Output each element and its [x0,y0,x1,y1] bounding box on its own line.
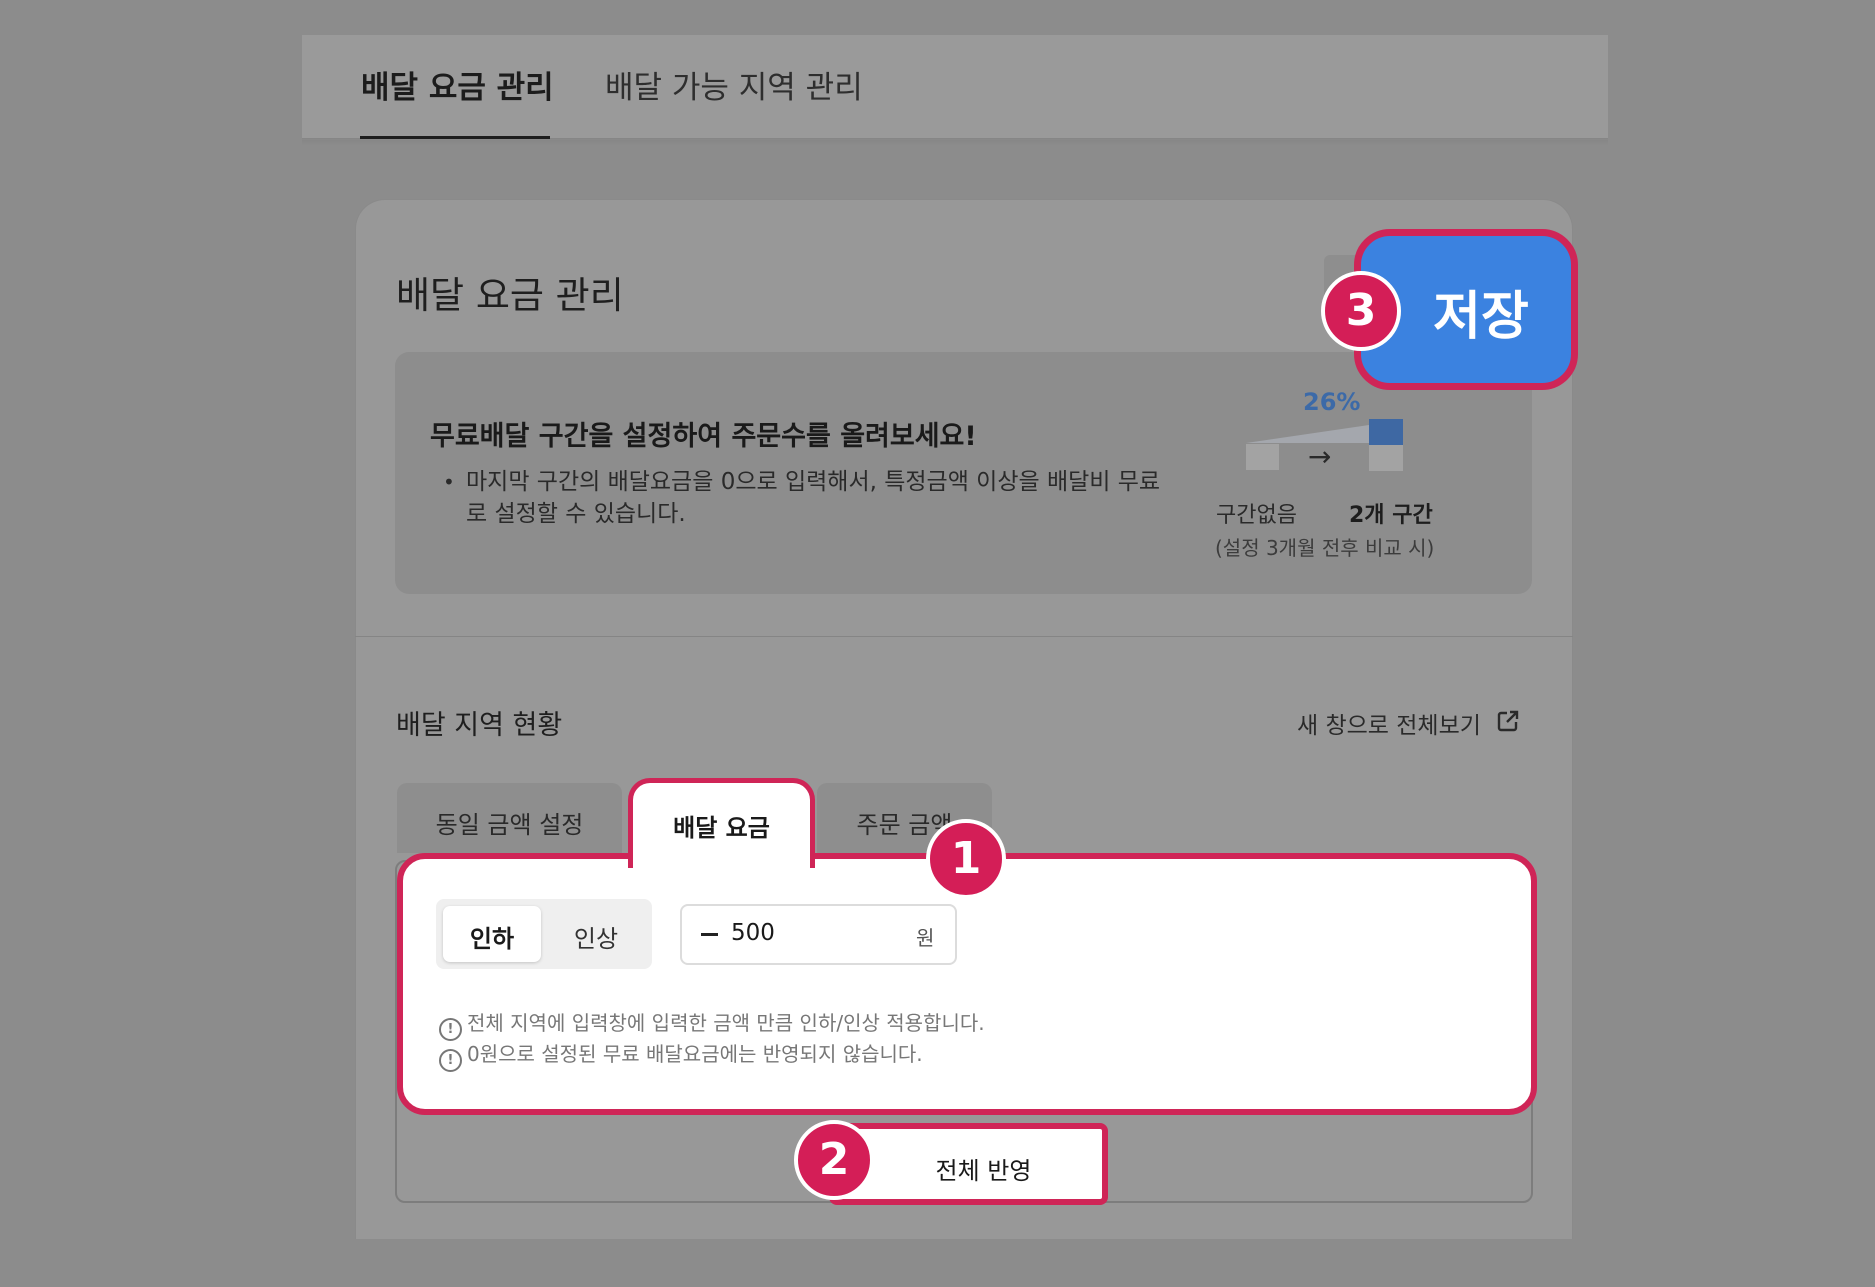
top-tab-bar-shadow [302,138,1608,146]
notice-text-2: 0원으로 설정된 무료 배달요금에는 반영되지 않습니다. [467,1042,923,1066]
info-icon: ! [439,1049,462,1072]
notice-line-2: ! 0원으로 설정된 무료 배달요금에는 반영되지 않습니다. [439,1038,923,1072]
tab-same-amount[interactable]: 동일 금액 설정 [397,783,622,853]
page-title: 배달 요금 관리 [396,274,624,317]
label-no-sections: 구간없음 [1216,503,1297,528]
currency-unit: 원 [916,926,935,950]
comparison-note: (설정 3개월 전후 비교 시) [1215,536,1435,560]
step-badge-2: 2 [794,1120,874,1200]
minus-icon [701,933,718,936]
label-two-sections: 2개 구간 [1349,503,1433,528]
tab-delivery-fee-label: 배달 요금 [673,814,770,842]
tab-delivery-fee[interactable]: 배달 요금 [628,778,815,868]
apply-all-label: 전체 반영 [935,1157,1032,1185]
active-tab-underline [360,136,550,139]
open-new-window-link[interactable]: 새 창으로 전체보기 [1297,706,1481,740]
decrease-label: 인하 [469,925,515,953]
before-bar [1246,444,1279,470]
step-badge-3: 3 [1321,271,1401,351]
tab-fee-management[interactable]: 배달 요금 관리 [361,62,554,107]
amount-value[interactable]: 500 [731,920,775,946]
increase-label: 인상 [573,925,619,953]
notice-line-1: ! 전체 지역에 입력창에 입력한 금액 만큼 인하/인상 적용합니다. [439,1007,985,1041]
tab-area-management[interactable]: 배달 가능 지역 관리 [605,62,863,107]
promo-title: 무료배달 구간을 설정하여 주문수를 올려보세요! [430,421,977,452]
external-link-icon[interactable] [1496,709,1520,733]
increase-option[interactable]: 인상 [547,906,645,962]
step-badge-1: 1 [926,819,1006,899]
after-bar-base [1369,445,1403,471]
after-bar-highlight [1369,419,1403,445]
promo-description: 마지막 구간의 배달요금을 0으로 입력해서, 특정금액 이상을 배달비 무료로… [466,469,1161,527]
notice-text-1: 전체 지역에 입력창에 입력한 금액 만큼 인하/인상 적용합니다. [467,1011,985,1035]
arrow-right-icon: → [1308,440,1332,473]
decrease-option[interactable]: 인하 [443,906,541,962]
tab-same-amount-label: 동일 금액 설정 [435,811,584,839]
promo-bullet: • [443,470,455,494]
section-title: 배달 지역 현황 [396,710,563,741]
section-divider [355,636,1573,637]
increase-percent: 26% [1303,388,1361,416]
